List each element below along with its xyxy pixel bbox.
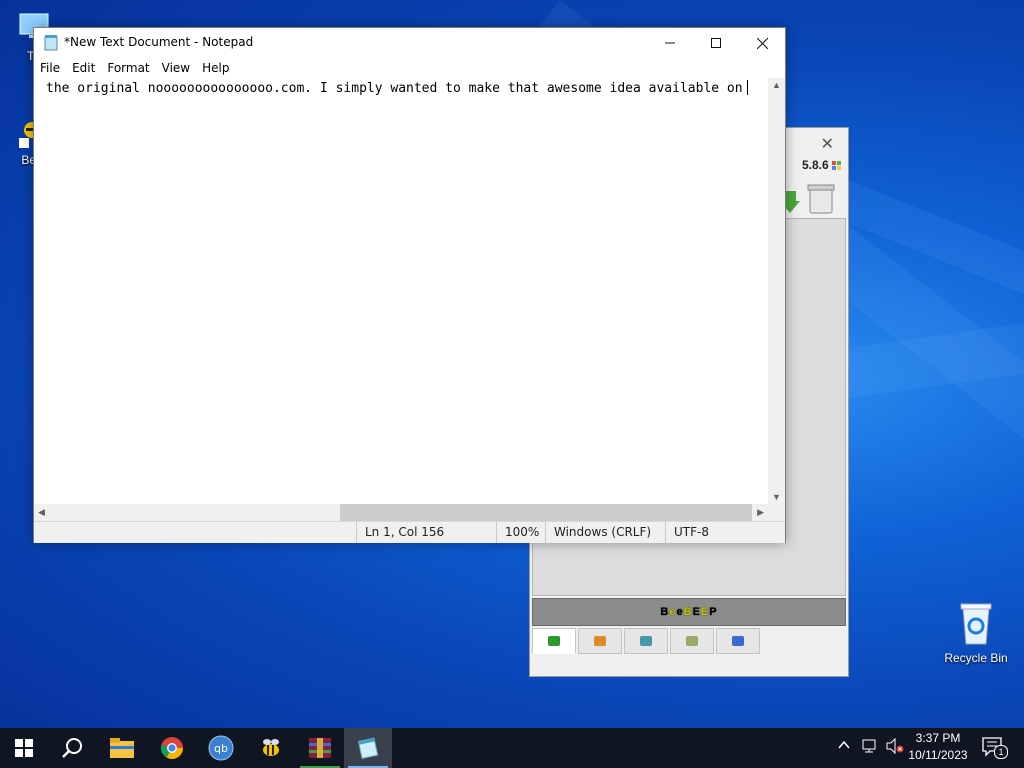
maximize-button[interactable] xyxy=(693,28,739,58)
menu-view[interactable]: View xyxy=(156,58,196,78)
notepad-title-bar[interactable]: *New Text Document - Notepad xyxy=(34,28,785,58)
svg-text:qb: qb xyxy=(214,742,228,755)
minimize-icon xyxy=(665,42,675,44)
taskbar-qbittorrent[interactable]: qb xyxy=(197,728,245,768)
scroll-down-arrow-icon[interactable]: ▼ xyxy=(772,492,781,502)
scroll-up-arrow-icon[interactable]: ▲ xyxy=(772,80,781,90)
vertical-scrollbar[interactable]: ▲ ▼ xyxy=(768,78,785,504)
users-icon xyxy=(594,636,606,646)
minimize-button[interactable] xyxy=(647,28,693,58)
status-line-ending: Windows (CRLF) xyxy=(545,522,651,543)
text-caret xyxy=(746,80,748,95)
search-button[interactable] xyxy=(48,728,96,768)
network-icon xyxy=(862,739,876,753)
windows-logo-icon xyxy=(15,739,33,757)
network-status[interactable] xyxy=(862,738,880,757)
volume-muted-icon xyxy=(886,737,904,755)
download-icon[interactable] xyxy=(780,183,844,217)
beebeep-tabs xyxy=(532,628,762,654)
desktop-icon-label: Recycle Bin xyxy=(944,651,1008,665)
desktop-icon-recycle-bin[interactable]: Recycle Bin xyxy=(940,600,1012,665)
menu-edit[interactable]: Edit xyxy=(66,58,101,78)
scroll-right-arrow-icon[interactable]: ▶ xyxy=(757,507,764,518)
volume-status[interactable] xyxy=(886,737,904,757)
close-icon xyxy=(756,37,768,49)
text-editor[interactable]: the original nooooooooooooooo.com. I sim… xyxy=(34,78,770,504)
chrome-icon xyxy=(160,737,183,759)
menu-format[interactable]: Format xyxy=(101,58,155,78)
status-position: Ln 1, Col 156 xyxy=(356,522,444,543)
beebeep-close-button[interactable]: ✕ xyxy=(821,134,834,154)
horizontal-scroll-thumb[interactable] xyxy=(340,504,752,521)
taskbar-winrar[interactable] xyxy=(296,728,344,768)
beebeep-tab-chats[interactable] xyxy=(624,628,668,654)
horizontal-scrollbar[interactable]: ◀ ▶ xyxy=(34,504,770,521)
files-icon xyxy=(732,636,744,646)
notification-count: 1 xyxy=(994,745,1008,759)
start-button[interactable] xyxy=(0,728,48,768)
status-bar: Ln 1, Col 156 100% Windows (CRLF) UTF-8 xyxy=(34,521,785,543)
chat-icon xyxy=(640,636,652,646)
home-icon xyxy=(548,636,560,646)
taskbar-beebeep[interactable] xyxy=(247,728,295,768)
beebeep-brand-text: BeeBEEP xyxy=(660,606,718,618)
beebeep-tab-files[interactable] xyxy=(716,628,760,654)
menu-help[interactable]: Help xyxy=(196,58,235,78)
beebeep-tab-users[interactable] xyxy=(578,628,622,654)
beebeep-brand-bar: BeeBEEP xyxy=(532,598,846,626)
notepad-taskbar-icon xyxy=(357,737,379,759)
editor-text: the original nooooooooooooooo.com. I sim… xyxy=(46,81,743,96)
status-encoding: UTF-8 xyxy=(665,522,709,543)
status-zoom: 100% xyxy=(496,522,539,543)
beebeep-toolbar xyxy=(780,183,844,217)
groups-icon xyxy=(686,636,698,646)
desktop: Th Bee Recycle Bin ✕ 5.8.6 xyxy=(0,0,1024,728)
menu-file[interactable]: File xyxy=(34,58,66,78)
clock-date: 10/11/2023 xyxy=(908,748,968,762)
search-icon xyxy=(62,738,82,758)
notification-center-button[interactable]: 1 xyxy=(982,737,1008,760)
qbittorrent-icon: qb xyxy=(208,735,234,761)
version-text: 5.8.6 xyxy=(801,158,829,172)
scrollbar-corner xyxy=(768,504,785,521)
taskbar: qb 3:37 PM 10/11/2023 1 xyxy=(0,728,1024,768)
beebeep-version: 5.8.6 xyxy=(802,158,842,172)
chevron-up-icon xyxy=(838,740,850,749)
beebeep-tab-groups[interactable] xyxy=(670,628,714,654)
beebeep-tab-home[interactable] xyxy=(532,628,576,654)
show-hidden-icons-button[interactable] xyxy=(838,739,850,753)
folder-icon xyxy=(110,738,134,758)
window-title: *New Text Document - Notepad xyxy=(64,35,254,49)
taskbar-chrome[interactable] xyxy=(148,728,196,768)
winrar-icon xyxy=(309,738,331,758)
maximize-icon xyxy=(711,38,721,48)
clock[interactable]: 3:37 PM 10/11/2023 xyxy=(906,731,970,762)
scroll-left-arrow-icon[interactable]: ◀ xyxy=(38,507,45,518)
taskbar-notepad[interactable] xyxy=(344,728,392,768)
close-button[interactable] xyxy=(739,28,785,58)
bee-icon xyxy=(263,739,279,756)
recycle-bin-icon xyxy=(960,603,992,645)
notepad-window[interactable]: *New Text Document - Notepad File Edit F… xyxy=(33,27,786,543)
windows-flag-icon xyxy=(832,160,841,170)
clock-time: 3:37 PM xyxy=(915,731,961,745)
taskbar-file-explorer[interactable] xyxy=(98,728,146,768)
menu-bar: File Edit Format View Help xyxy=(34,58,785,78)
notepad-icon xyxy=(44,35,58,51)
